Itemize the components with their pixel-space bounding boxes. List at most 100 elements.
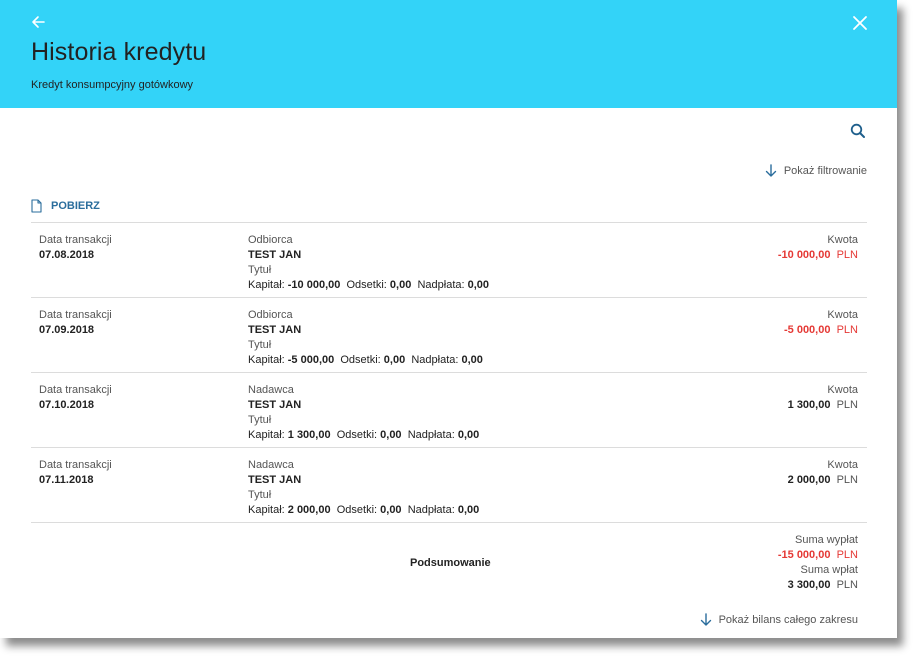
amount-value: 2 000,00 PLN	[788, 473, 858, 488]
interest-label: Odsetki:	[336, 429, 378, 441]
interest-label: Odsetki:	[336, 504, 378, 516]
transaction-date-cell: Data transakcji 07.08.2018	[39, 233, 112, 263]
credit-history-panel: Historia kredytu Kredyt konsumpcyjny got…	[0, 0, 897, 638]
show-balance-link[interactable]: Pokaż bilans całego zakresu	[700, 613, 858, 627]
party-name: TEST JAN	[248, 474, 302, 486]
withdrawals-total: -15 000,00 PLN	[778, 548, 858, 563]
download-button[interactable]: POBIERZ	[31, 199, 100, 213]
transaction-details-cell: Nadawca TEST JAN Tytuł Kapitał: 2 000,00…	[248, 458, 479, 518]
search-icon	[850, 123, 865, 138]
title-label: Tytuł	[248, 414, 272, 426]
show-filter-toggle[interactable]: Pokaż filtrowanie	[765, 164, 867, 178]
transaction-row[interactable]: Data transakcji 07.08.2018 Odbiorca TEST…	[31, 223, 867, 298]
title-breakdown: Kapitał: 1 300,00 Odsetki: 0,00 Nadpłata…	[248, 428, 479, 443]
transaction-amount-cell: Kwota 2 000,00 PLN	[788, 458, 858, 488]
search-button[interactable]	[849, 122, 867, 140]
document-icon	[31, 199, 42, 213]
party-label: Odbiorca	[248, 234, 293, 246]
deposits-label: Suma wpłat	[800, 564, 858, 576]
summary-totals: Suma wypłat -15 000,00 PLN Suma wpłat 3 …	[778, 533, 858, 593]
overpay-value: 0,00	[461, 354, 483, 366]
close-icon	[853, 16, 867, 30]
amount-number: 1 300,00	[787, 399, 831, 411]
party-label: Odbiorca	[248, 309, 293, 321]
transaction-amount-cell: Kwota -5 000,00 PLN	[784, 308, 858, 338]
amount-number: -10 000,00	[777, 249, 831, 261]
download-label: POBIERZ	[51, 200, 100, 212]
party-name: TEST JAN	[248, 324, 302, 336]
amount-number: -5 000,00	[783, 324, 831, 336]
title-label: Tytuł	[248, 339, 272, 351]
party-name: TEST JAN	[248, 249, 302, 261]
capital-value: 2 000,00	[287, 504, 331, 516]
date-label: Data transakcji	[39, 309, 112, 321]
overpay-label: Nadpłata:	[411, 354, 459, 366]
capital-label: Kapitał:	[248, 429, 285, 441]
title-breakdown: Kapitał: -10 000,00 Odsetki: 0,00 Nadpła…	[248, 278, 489, 293]
amount-currency: PLN	[836, 249, 858, 261]
capital-value: -10 000,00	[287, 279, 341, 291]
transaction-amount-cell: Kwota 1 300,00 PLN	[788, 383, 858, 413]
title-label: Tytuł	[248, 489, 272, 501]
party-label: Nadawca	[248, 384, 294, 396]
interest-value: 0,00	[383, 354, 406, 366]
capital-label: Kapitał:	[248, 354, 285, 366]
back-button[interactable]	[29, 13, 47, 31]
arrow-left-icon	[32, 16, 45, 28]
show-balance-label: Pokaż bilans całego zakresu	[718, 614, 858, 626]
date-label: Data transakcji	[39, 234, 112, 246]
page-subtitle: Kredyt konsumpcyjny gotówkowy	[31, 79, 194, 91]
transaction-details-cell: Odbiorca TEST JAN Tytuł Kapitał: -10 000…	[248, 233, 489, 293]
party-label: Nadawca	[248, 459, 294, 471]
interest-value: 0,00	[380, 429, 402, 441]
capital-value: 1 300,00	[287, 429, 331, 441]
transaction-date: 07.10.2018	[39, 399, 95, 411]
deposits-currency: PLN	[836, 579, 858, 591]
amount-value: 1 300,00 PLN	[788, 398, 858, 413]
show-filter-label: Pokaż filtrowanie	[783, 165, 867, 177]
amount-label: Kwota	[827, 384, 858, 396]
party-name: TEST JAN	[248, 399, 302, 411]
overpay-value: 0,00	[457, 504, 480, 516]
transaction-date: 07.08.2018	[39, 249, 95, 261]
interest-label: Odsetki:	[346, 279, 387, 291]
summary-label: Podsumowanie	[410, 557, 491, 569]
title-label: Tytuł	[248, 264, 272, 276]
overpay-label: Nadpłata:	[407, 504, 455, 516]
overpay-value: 0,00	[457, 429, 480, 441]
amount-value: -5 000,00 PLN	[784, 323, 858, 338]
capital-label: Kapitał:	[248, 504, 285, 516]
transaction-date: 07.11.2018	[39, 474, 94, 486]
transaction-amount-cell: Kwota -10 000,00 PLN	[778, 233, 858, 263]
withdrawals-value: -15 000,00	[777, 549, 831, 561]
amount-label: Kwota	[827, 459, 858, 471]
deposits-value: 3 300,00	[787, 579, 831, 591]
transaction-date: 07.09.2018	[39, 324, 95, 336]
transaction-details-cell: Odbiorca TEST JAN Tytuł Kapitał: -5 000,…	[248, 308, 483, 368]
amount-label: Kwota	[827, 309, 858, 321]
date-label: Data transakcji	[39, 384, 112, 396]
transaction-row[interactable]: Data transakcji 07.11.2018 Nadawca TEST …	[31, 448, 867, 523]
amount-value: -10 000,00 PLN	[778, 248, 858, 263]
amount-number: 2 000,00	[787, 474, 831, 486]
withdrawals-label: Suma wypłat	[795, 534, 858, 546]
amount-currency: PLN	[836, 324, 858, 336]
capital-label: Kapitał:	[248, 279, 285, 291]
summary-row: Podsumowanie Suma wypłat -15 000,00 PLN …	[31, 523, 867, 598]
transaction-details-cell: Nadawca TEST JAN Tytuł Kapitał: 1 300,00…	[248, 383, 479, 443]
transaction-date-cell: Data transakcji 07.09.2018	[39, 308, 112, 338]
page-title: Historia kredytu	[31, 38, 207, 66]
date-label: Data transakcji	[39, 459, 112, 471]
amount-label: Kwota	[827, 234, 858, 246]
transactions-table: Data transakcji 07.08.2018 Odbiorca TEST…	[31, 222, 867, 598]
transaction-date-cell: Data transakcji 07.10.2018	[39, 383, 112, 413]
interest-label: Odsetki:	[340, 354, 381, 366]
title-breakdown: Kapitał: 2 000,00 Odsetki: 0,00 Nadpłata…	[248, 503, 479, 518]
transaction-row[interactable]: Data transakcji 07.09.2018 Odbiorca TEST…	[31, 298, 867, 373]
capital-value: -5 000,00	[287, 354, 335, 366]
close-button[interactable]	[851, 14, 869, 32]
transaction-row[interactable]: Data transakcji 07.10.2018 Nadawca TEST …	[31, 373, 867, 448]
overpay-value: 0,00	[467, 279, 490, 291]
amount-currency: PLN	[836, 399, 858, 411]
transaction-date-cell: Data transakcji 07.11.2018	[39, 458, 112, 488]
